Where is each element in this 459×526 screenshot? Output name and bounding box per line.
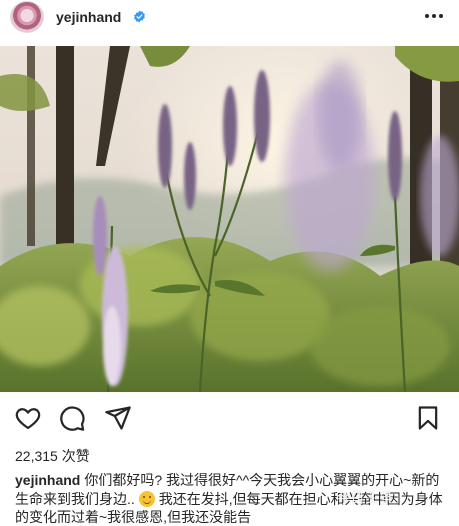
verified-badge-icon: [134, 10, 145, 23]
bookmark-icon[interactable]: [414, 404, 442, 432]
post-actions: [0, 404, 459, 434]
watermark: 今日头条: [336, 490, 394, 506]
smiling-face-emoji: [138, 490, 155, 507]
more-dots-icon[interactable]: [422, 8, 446, 24]
post-username[interactable]: yejinhand: [56, 9, 121, 25]
flower-photo: [0, 46, 459, 392]
post-photo[interactable]: [0, 46, 459, 392]
post-header: yejinhand: [0, 0, 459, 34]
paper-plane-icon[interactable]: [104, 404, 132, 432]
caption-username[interactable]: yejinhand: [15, 472, 80, 488]
likes-number: 22,315: [15, 448, 58, 464]
likes-suffix: 次赞: [61, 448, 90, 464]
speech-bubble-icon[interactable]: [58, 404, 86, 432]
heart-outline-icon[interactable]: [14, 404, 42, 432]
likes-count[interactable]: 22,315 次赞: [15, 446, 90, 466]
avatar[interactable]: [10, 1, 44, 33]
